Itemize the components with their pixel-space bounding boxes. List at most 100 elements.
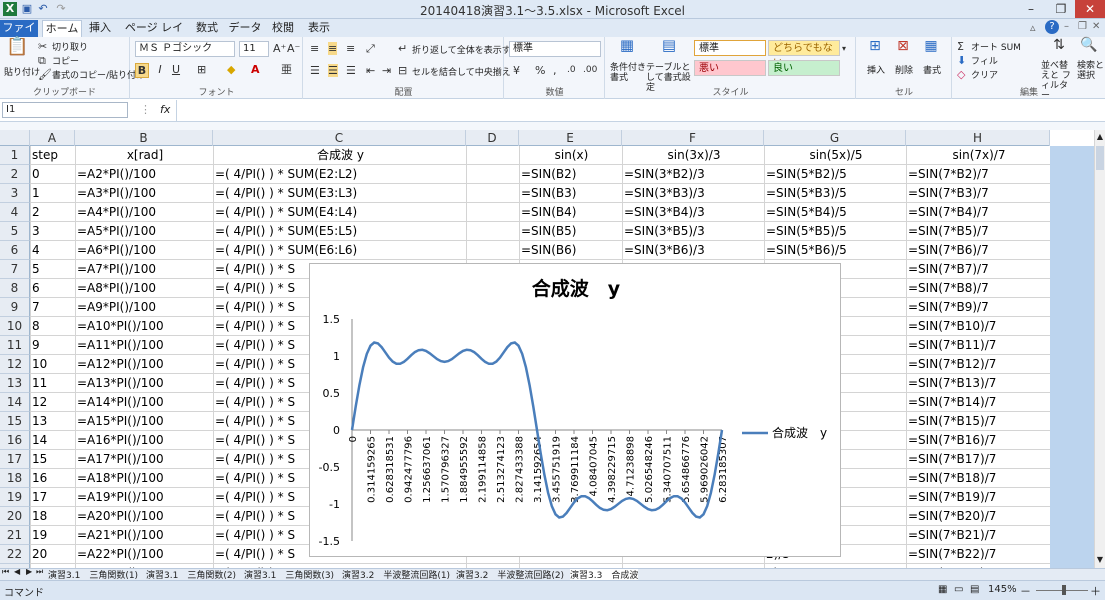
fill-color-icon[interactable]: ◆ [227,63,235,76]
vertical-scrollbar[interactable]: ▲ ▼ [1094,130,1105,568]
cut-icon[interactable]: ✂ [38,40,47,53]
selected-column-i[interactable] [1050,146,1094,568]
cell-b2[interactable]: =A2*PI()/100 [75,165,213,184]
increase-decimal-icon[interactable]: .0 [567,64,576,77]
tab-file[interactable]: ファイル [0,20,38,50]
page-break-view-icon[interactable]: ▤ [970,584,979,595]
cell-b20[interactable]: =A20*PI()/100 [75,507,213,526]
help-icon[interactable]: ? [1045,20,1059,34]
cell-b18[interactable]: =A18*PI()/100 [75,469,213,488]
cell-a5[interactable]: 3 [30,222,75,241]
italic-button[interactable]: I [153,63,167,76]
column-header-b[interactable]: B [75,130,213,146]
doc-close-icon[interactable]: ✕ [1092,21,1100,32]
row-header[interactable]: 15 [0,412,30,431]
cell-a14[interactable]: 12 [30,393,75,412]
align-right-icon[interactable]: ☰ [346,64,356,77]
percent-icon[interactable]: % [535,64,545,77]
chart[interactable]: 合成波 y 1.5 1 0.5 0 -0.5 -1 -1.5 0 0.314159265 0.628… [309,263,841,557]
cell-b11[interactable]: =A11*PI()/100 [75,336,213,355]
cell-h11[interactable]: =SIN(7*B11)/7 [906,336,1050,355]
zoom-slider-thumb[interactable] [1062,585,1066,595]
restore-button[interactable]: ❐ [1046,0,1076,18]
row-header[interactable]: 2 [0,165,30,184]
cell-f6[interactable]: =SIN(3*B6)/3 [622,241,764,260]
row-header[interactable]: 18 [0,469,30,488]
cut-button[interactable]: 切り取り [52,40,88,53]
cell-g3[interactable]: =SIN(5*B3)/5 [764,184,906,203]
cell-g2[interactable]: =SIN(5*B2)/5 [764,165,906,184]
cell-g4[interactable]: =SIN(5*B4)/5 [764,203,906,222]
cell-h22[interactable]: =SIN(7*B22)/7 [906,545,1050,564]
cell-b13[interactable]: =A13*PI()/100 [75,374,213,393]
cell-a10[interactable]: 8 [30,317,75,336]
scroll-up-icon[interactable]: ▲ [1095,132,1105,141]
style-neutral[interactable]: どちらでもない [768,40,840,69]
cell-h12[interactable]: =SIN(7*B12)/7 [906,355,1050,374]
cell-b16[interactable]: =A16*PI()/100 [75,431,213,450]
cell-a8[interactable]: 6 [30,279,75,298]
cell-a6[interactable]: 4 [30,241,75,260]
cell-c3[interactable]: =( 4/PI() ) * SUM(E3:L3) [213,184,466,203]
fill-icon[interactable]: ⬇ [957,54,966,67]
row-header[interactable]: 7 [0,260,30,279]
align-left-icon[interactable]: ☰ [310,64,320,77]
zoom-level[interactable]: 145% [988,584,1017,595]
cell-b17[interactable]: =A17*PI()/100 [75,450,213,469]
currency-icon[interactable]: ¥ [513,64,520,77]
cell-d3[interactable] [466,184,519,203]
cell-b3[interactable]: =A3*PI()/100 [75,184,213,203]
paste-button[interactable]: 貼り付け [4,65,40,78]
tab-formulas[interactable]: 数式 [192,20,222,37]
cell-e4[interactable]: =SIN(B4) [519,203,622,222]
cell-a11[interactable]: 9 [30,336,75,355]
align-bottom-icon[interactable]: ≡ [346,42,355,55]
copy-button[interactable]: コピー [52,54,79,67]
cell-f5[interactable]: =SIN(3*B5)/3 [622,222,764,241]
cell-e6[interactable]: =SIN(B6) [519,241,622,260]
conditional-format-button[interactable]: 条件付き書式 [610,63,650,83]
cell-a22[interactable]: 20 [30,545,75,564]
align-middle-icon[interactable]: ≡ [328,42,338,55]
formula-input[interactable] [176,100,1094,122]
align-top-icon[interactable]: ≡ [310,42,319,55]
cell-a18[interactable]: 16 [30,469,75,488]
cell-e3[interactable]: =SIN(B3) [519,184,622,203]
cell-b6[interactable]: =A6*PI()/100 [75,241,213,260]
cell-d6[interactable] [466,241,519,260]
column-header-h[interactable]: H [906,130,1050,146]
cell-h18[interactable]: =SIN(7*B18)/7 [906,469,1050,488]
cell-g1[interactable]: sin(5x)/5 [764,146,906,165]
doc-minimize-icon[interactable]: – [1064,21,1069,32]
cell-h14[interactable]: =SIN(7*B14)/7 [906,393,1050,412]
cell-a19[interactable]: 17 [30,488,75,507]
cell-h15[interactable]: =SIN(7*B15)/7 [906,412,1050,431]
cell-d2[interactable] [466,165,519,184]
clear-icon[interactable]: ◇ [957,68,965,81]
row-header[interactable]: 9 [0,298,30,317]
cell-b21[interactable]: =A21*PI()/100 [75,526,213,545]
tab-home[interactable]: ホーム [42,20,82,37]
row-header[interactable]: 8 [0,279,30,298]
cell-c5[interactable]: =( 4/PI() ) * SUM(E5:L5) [213,222,466,241]
find-select-button[interactable]: 検索と 選択 [1077,61,1105,81]
paste-icon[interactable]: 📋 [6,38,28,62]
column-header-c[interactable]: C [213,130,466,146]
cell-h7[interactable]: =SIN(7*B7)/7 [906,260,1050,279]
row-header[interactable]: 5 [0,222,30,241]
cell-e5[interactable]: =SIN(B5) [519,222,622,241]
delete-cells-button[interactable]: 削除 [895,63,913,76]
cell-a17[interactable]: 15 [30,450,75,469]
cell-f3[interactable]: =SIN(3*B3)/3 [622,184,764,203]
cell-b9[interactable]: =A9*PI()/100 [75,298,213,317]
cell-e1[interactable]: sin(x) [519,146,622,165]
row-header[interactable]: 21 [0,526,30,545]
cell-f1[interactable]: sin(3x)/3 [622,146,764,165]
cell-d4[interactable] [466,203,519,222]
sheet-tab[interactable]: 演習3.1 三角関数(3) [244,569,334,580]
comma-icon[interactable]: , [553,64,557,77]
style-bad[interactable]: 悪い [694,60,766,76]
cell-a3[interactable]: 1 [30,184,75,203]
close-button[interactable]: ✕ [1075,0,1105,18]
sheet-tab[interactable]: 演習3.2 半波整流回路(2) [456,569,564,580]
